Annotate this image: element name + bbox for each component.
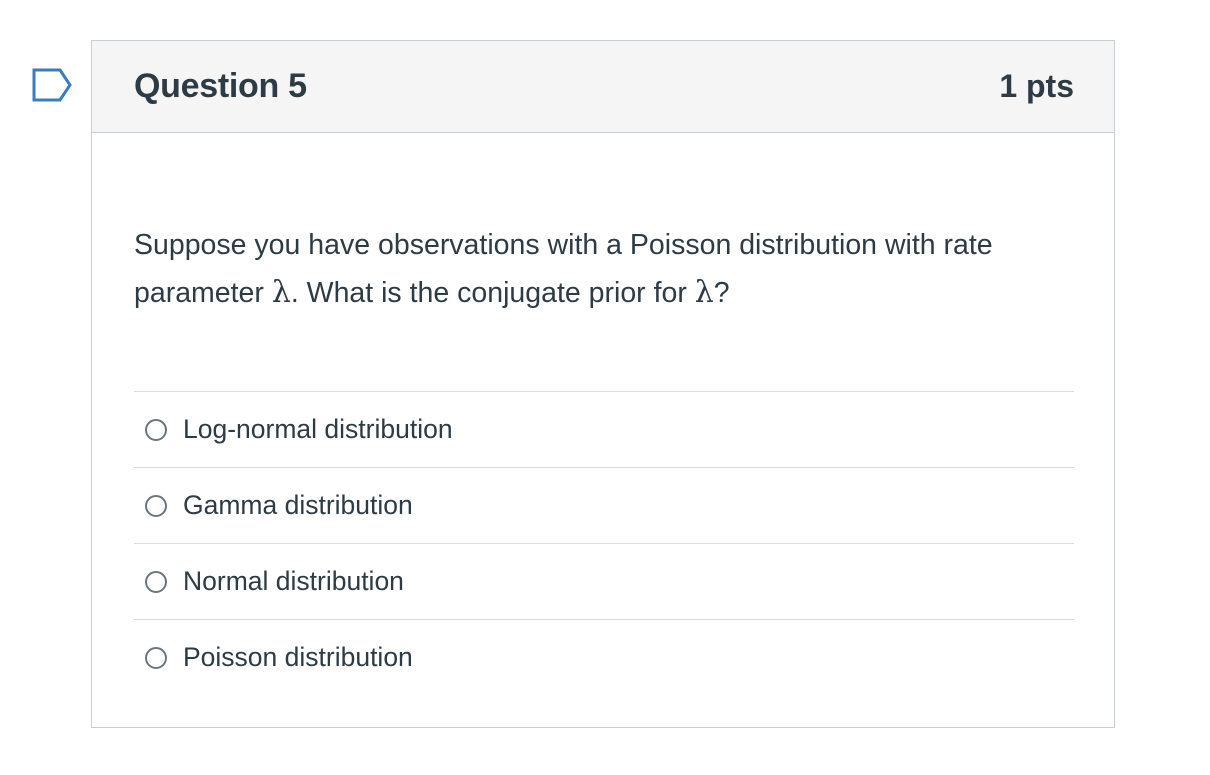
question-card: Question 5 1 pts Suppose you have observ… [91, 40, 1115, 728]
radio-button[interactable] [145, 418, 167, 441]
flag-question-button[interactable] [32, 68, 74, 102]
lambda-symbol: λ [271, 275, 291, 310]
answer-label: Normal distribution [183, 566, 404, 596]
question-text: Suppose you have observations with a Poi… [134, 221, 1074, 317]
answer-option-log-normal[interactable]: Log-normal distribution [134, 392, 1074, 468]
quiz-page: Question 5 1 pts Suppose you have observ… [0, 0, 1210, 775]
question-text-part2: . What is the conjugate prior for [290, 277, 695, 309]
question-header: Question 5 1 pts [92, 41, 1114, 133]
radio-button[interactable] [145, 570, 167, 593]
radio-button[interactable] [145, 494, 167, 517]
answer-option-normal[interactable]: Normal distribution [134, 544, 1074, 620]
radio-button[interactable] [145, 646, 167, 669]
question-text-part3: ? [713, 277, 730, 309]
question-title: Question 5 [134, 67, 307, 105]
lambda-symbol: λ [694, 275, 714, 310]
answer-option-poisson[interactable]: Poisson distribution [134, 620, 1074, 695]
bookmark-flag-icon [32, 68, 72, 102]
answer-label: Poisson distribution [183, 642, 413, 672]
answer-list: Log-normal distribution Gamma distributi… [134, 391, 1074, 695]
answer-option-gamma[interactable]: Gamma distribution [134, 468, 1074, 544]
question-body: Suppose you have observations with a Poi… [92, 221, 1114, 695]
answer-label: Log-normal distribution [183, 414, 453, 444]
answer-label: Gamma distribution [183, 490, 413, 520]
question-points: 1 pts [999, 68, 1074, 104]
